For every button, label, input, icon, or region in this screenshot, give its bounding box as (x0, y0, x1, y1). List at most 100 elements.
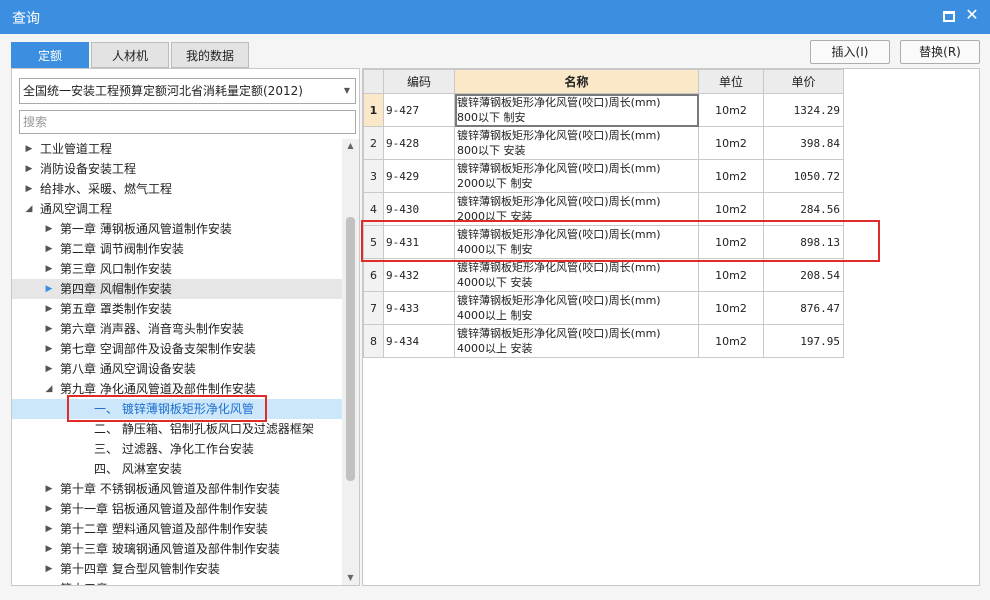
quota-unit: 10m2 (698, 225, 764, 259)
tree-node[interactable]: ▶ 第十五章 ... (12, 579, 342, 585)
tree-node[interactable]: ▶ 工业管道工程 (12, 139, 342, 159)
collapsed-arrow-icon[interactable]: ▶ (44, 499, 54, 519)
collapsed-arrow-icon[interactable]: ▶ (44, 539, 54, 559)
collapsed-arrow-icon[interactable]: ▶ (44, 319, 54, 339)
quota-name-line: 4000以下 安装 (457, 276, 533, 289)
collapsed-arrow-icon[interactable]: ▶ (44, 339, 54, 359)
tree-node[interactable]: ◢ 第九章 净化通风管道及部件制作安装 (12, 379, 342, 399)
col-index (363, 69, 384, 94)
tree-node[interactable]: ▶ 第十三章 玻璃钢通风管道及部件制作安装 (12, 539, 342, 559)
tree-node-label: 第五章 罩类制作安装 (60, 302, 172, 316)
chevron-down-icon[interactable]: ▼ (344, 79, 350, 103)
collapsed-arrow-icon[interactable]: ▶ (44, 479, 54, 499)
scroll-down-icon[interactable]: ▼ (342, 571, 359, 585)
tree-node[interactable]: ▶ 第七章 空调部件及设备支架制作安装 (12, 339, 342, 359)
expanded-arrow-icon[interactable]: ◢ (24, 199, 34, 219)
maximize-button[interactable] (943, 11, 955, 22)
quota-name-line: 2000以下 制安 (457, 177, 533, 190)
row-index: 3 (363, 159, 384, 193)
collapsed-arrow-icon[interactable]: ▶ (24, 179, 34, 199)
quota-code: 9-433 (383, 291, 455, 325)
tree-node[interactable]: ▶ 第六章 消声器、消音弯头制作安装 (12, 319, 342, 339)
col-unit[interactable]: 单位 (698, 69, 764, 94)
table-row[interactable]: 8 9-434 镀锌薄钢板矩形净化风管(咬口)周长(mm) 4000以上 安装 10m2… (363, 324, 844, 358)
quota-name-line: 镀锌薄钢板矩形净化风管(咬口)周长(mm) (457, 228, 661, 241)
tree-node[interactable]: ▶ 第三章 风口制作安装 (12, 259, 342, 279)
row-index: 2 (363, 126, 384, 160)
quota-name: 镀锌薄钢板矩形净化风管(咬口)周长(mm) 2000以下 制安 (454, 159, 699, 193)
table-row[interactable]: 5 9-431 镀锌薄钢板矩形净化风管(咬口)周长(mm) 4000以下 制安 10m2… (363, 225, 844, 259)
table-header-row: 编码 名称 单位 单价 (363, 69, 844, 94)
quota-price: 284.56 (763, 192, 844, 226)
table-row[interactable]: 2 9-428 镀锌薄钢板矩形净化风管(咬口)周长(mm) 800以下 安装 10m2 3… (363, 126, 844, 160)
quota-code: 9-428 (383, 126, 455, 160)
tree-node[interactable]: 四、 风淋室安装 (12, 459, 342, 479)
quota-code: 9-434 (383, 324, 455, 358)
collapsed-arrow-icon[interactable]: ▶ (44, 359, 54, 379)
table-row[interactable]: 6 9-432 镀锌薄钢板矩形净化风管(咬口)周长(mm) 4000以下 安装 10m2… (363, 258, 844, 292)
search-input[interactable] (19, 110, 356, 134)
tree-node[interactable]: ▶ 第十一章 铝板通风管道及部件制作安装 (12, 499, 342, 519)
table-row[interactable]: 4 9-430 镀锌薄钢板矩形净化风管(咬口)周长(mm) 2000以下 安装 10m2… (363, 192, 844, 226)
tree-node[interactable]: ▶ 第十二章 塑料通风管道及部件制作安装 (12, 519, 342, 539)
quota-name-line: 镀锌薄钢板矩形净化风管(咬口)周长(mm) (457, 195, 661, 208)
quota-table: 编码 名称 单位 单价 1 9-427 镀锌薄钢板矩形净化风管(咬口)周长(mm) 8… (363, 69, 844, 358)
library-select[interactable]: 全国统一安装工程预算定额河北省消耗量定额(2012) ▼ (19, 78, 356, 104)
left-panel: 全国统一安装工程预算定额河北省消耗量定额(2012) ▼ ▶ 工业管道工程 ▶ 消防设… (11, 68, 360, 586)
category-tree: ▶ 工业管道工程 ▶ 消防设备安装工程 ▶ 给排水、采暖、燃气工程 ◢ 通风空调工程 ▶ 第一章 … (12, 139, 342, 585)
quota-name-line: 800以下 制安 (457, 111, 526, 124)
tree-node[interactable]: 一、 镀锌薄钢板矩形净化风管 (12, 399, 342, 419)
tree-node[interactable]: 三、 过滤器、净化工作台安装 (12, 439, 342, 459)
tree-node[interactable]: 二、 静压箱、铝制孔板风口及过滤器框架 (12, 419, 342, 439)
tab-my-data[interactable]: 我的数据 (171, 42, 249, 68)
tree-node[interactable]: ▶ 第十四章 复合型风管制作安装 (12, 559, 342, 579)
collapsed-arrow-icon[interactable]: ▶ (44, 519, 54, 539)
table-row[interactable]: 1 9-427 镀锌薄钢板矩形净化风管(咬口)周长(mm) 800以下 制安 10m2 1… (363, 93, 844, 127)
tree-node[interactable]: ▶ 第八章 通风空调设备安装 (12, 359, 342, 379)
col-name[interactable]: 名称 (454, 69, 699, 94)
tree-node[interactable]: ▶ 第四章 风帽制作安装 (12, 279, 342, 299)
quota-unit: 10m2 (698, 192, 764, 226)
col-price[interactable]: 单价 (763, 69, 844, 94)
insert-button[interactable]: 插入(I) (810, 40, 890, 64)
tree-node[interactable]: ▶ 第五章 罩类制作安装 (12, 299, 342, 319)
expanded-arrow-icon[interactable]: ◢ (44, 379, 54, 399)
collapsed-arrow-icon[interactable]: ▶ (24, 159, 34, 179)
close-button[interactable]: ✕ (965, 7, 979, 23)
title-bar: 查询 ✕ (0, 0, 990, 34)
collapsed-arrow-icon[interactable]: ▶ (44, 279, 54, 299)
tree-node[interactable]: ▶ 消防设备安装工程 (12, 159, 342, 179)
collapsed-arrow-icon[interactable]: ▶ (44, 299, 54, 319)
quota-name-line: 4000以上 安装 (457, 342, 533, 355)
tab-quota[interactable]: 定额 (11, 42, 89, 68)
tab-labor-material[interactable]: 人材机 (91, 42, 169, 68)
collapsed-arrow-icon[interactable]: ▶ (44, 219, 54, 239)
table-row[interactable]: 3 9-429 镀锌薄钢板矩形净化风管(咬口)周长(mm) 2000以下 制安 10m2… (363, 159, 844, 193)
quota-name-line: 镀锌薄钢板矩形净化风管(咬口)周长(mm) (457, 261, 661, 274)
table-row[interactable]: 7 9-433 镀锌薄钢板矩形净化风管(咬口)周长(mm) 4000以上 制安 10m2… (363, 291, 844, 325)
collapsed-arrow-icon[interactable]: ▶ (44, 239, 54, 259)
tree-scrollbar[interactable]: ▲ ▼ (342, 139, 359, 585)
tree-node[interactable]: ▶ 第十章 不锈钢板通风管道及部件制作安装 (12, 479, 342, 499)
quota-name-line: 镀锌薄钢板矩形净化风管(咬口)周长(mm) (457, 294, 661, 307)
collapsed-arrow-icon[interactable]: ▶ (44, 559, 54, 579)
collapsed-arrow-icon[interactable]: ▶ (44, 579, 54, 585)
quota-name: 镀锌薄钢板矩形净化风管(咬口)周长(mm) 4000以上 安装 (454, 324, 699, 358)
replace-button[interactable]: 替换(R) (900, 40, 980, 64)
quota-name-line: 镀锌薄钢板矩形净化风管(咬口)周长(mm) (457, 129, 661, 142)
quota-name: 镀锌薄钢板矩形净化风管(咬口)周长(mm) 800以下 制安 (454, 93, 699, 127)
tree-node[interactable]: ▶ 给排水、采暖、燃气工程 (12, 179, 342, 199)
scrollbar-thumb[interactable] (346, 217, 355, 481)
window-title: 查询 (12, 11, 40, 27)
quota-price: 876.47 (763, 291, 844, 325)
quota-name: 镀锌薄钢板矩形净化风管(咬口)周长(mm) 4000以下 制安 (454, 225, 699, 259)
collapsed-arrow-icon[interactable]: ▶ (44, 259, 54, 279)
quota-code: 9-432 (383, 258, 455, 292)
col-code[interactable]: 编码 (383, 69, 455, 94)
tree-node[interactable]: ▶ 第二章 调节阀制作安装 (12, 239, 342, 259)
tree-node[interactable]: ◢ 通风空调工程 (12, 199, 342, 219)
collapsed-arrow-icon[interactable]: ▶ (24, 139, 34, 159)
tree-node-label: 第十四章 复合型风管制作安装 (60, 562, 220, 576)
scroll-up-icon[interactable]: ▲ (342, 139, 359, 153)
tree-node[interactable]: ▶ 第一章 薄钢板通风管道制作安装 (12, 219, 342, 239)
